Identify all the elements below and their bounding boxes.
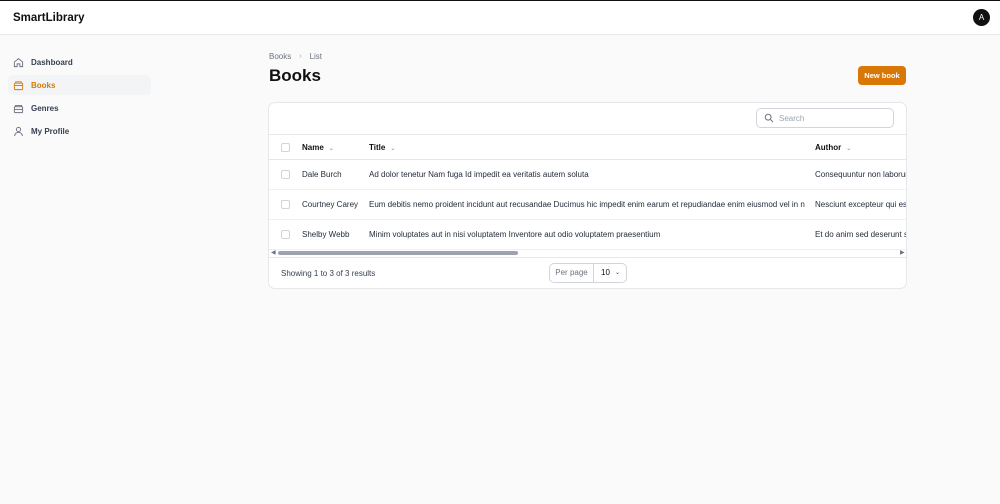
results-summary: Showing 1 to 3 of 3 results	[281, 269, 376, 278]
sidebar: Dashboard Books Genres My Profile	[8, 52, 151, 145]
breadcrumb-item-books[interactable]: Books	[269, 52, 291, 61]
sidebar-item-my-profile[interactable]: My Profile	[8, 122, 151, 142]
cell-author: Consequuntur non laborum	[815, 170, 907, 179]
column-header-name[interactable]: Name ⌄	[302, 143, 334, 152]
column-header-author[interactable]: Author ⌄	[815, 143, 851, 152]
cell-name: Shelby Webb	[302, 230, 350, 239]
cell-name: Dale Burch	[302, 170, 342, 179]
chevron-right-icon: ›	[299, 53, 302, 60]
per-page-selector[interactable]: Per page 10 ⌄	[549, 263, 627, 283]
column-header-label: Title	[369, 143, 386, 152]
horizontal-scrollbar[interactable]: ◀ ▶	[269, 249, 906, 257]
avatar[interactable]: A	[973, 9, 990, 26]
scrollbar-thumb[interactable]	[278, 251, 518, 255]
table-row[interactable]: Dale Burch Ad dolor tenetur Nam fuga Id …	[269, 160, 907, 190]
book-icon	[13, 81, 24, 90]
breadcrumb-item-list: List	[309, 52, 323, 61]
sidebar-item-genres[interactable]: Genres	[8, 99, 151, 119]
row-checkbox[interactable]	[281, 200, 290, 209]
search-input[interactable]	[779, 113, 879, 123]
row-checkbox[interactable]	[281, 230, 290, 239]
chevron-down-icon: ⌄	[846, 146, 852, 152]
sidebar-item-label: Books	[31, 80, 56, 90]
cell-author: Et do anim sed deserunt sed	[815, 230, 907, 239]
layers-icon	[13, 105, 24, 114]
search-icon	[764, 113, 774, 123]
sidebar-item-label: Genres	[31, 104, 59, 114]
cell-title: Minim voluptates aut in nisi voluptatem …	[369, 230, 661, 239]
sidebar-item-books[interactable]: Books	[8, 75, 151, 96]
chevron-down-icon: ⌄	[614, 270, 620, 276]
table-header: Name ⌄ Title ⌄ Author ⌄	[269, 134, 906, 160]
top-bar: SmartLibrary A	[0, 1, 1000, 35]
table-row[interactable]: Shelby Webb Minim voluptates aut in nisi…	[269, 220, 907, 250]
scroll-left-icon[interactable]: ◀	[271, 249, 276, 256]
per-page-label: Per page	[550, 264, 594, 282]
column-header-title[interactable]: Title ⌄	[369, 143, 395, 152]
per-page-select[interactable]: 10 ⌄	[594, 264, 626, 282]
user-icon	[14, 127, 23, 137]
home-icon	[13, 57, 24, 67]
cell-title: Ad dolor tenetur Nam fuga Id impedit ea …	[369, 170, 589, 179]
app-title[interactable]: SmartLibrary	[13, 12, 85, 24]
page-title: Books	[269, 66, 321, 85]
column-header-label: Name	[302, 143, 324, 152]
scroll-right-icon[interactable]: ▶	[900, 249, 905, 256]
per-page-value: 10	[601, 268, 610, 277]
search-box[interactable]	[756, 108, 894, 128]
select-all-checkbox[interactable]	[281, 143, 290, 152]
sidebar-item-label: Dashboard	[31, 57, 73, 67]
sidebar-item-dashboard[interactable]: Dashboard	[8, 52, 151, 72]
books-table-card: Name ⌄ Title ⌄ Author ⌄ Dale Burch Ad dolor…	[268, 102, 907, 289]
cell-author: Nesciunt excepteur qui est	[815, 200, 907, 209]
chevron-down-icon: ⌄	[328, 146, 334, 152]
breadcrumb: Books › List	[269, 52, 322, 61]
table-row[interactable]: Courtney Carey Eum debitis nemo proident…	[269, 190, 907, 220]
new-book-button[interactable]: New book	[858, 66, 906, 85]
cell-title: Eum debitis nemo proident incidunt aut r…	[369, 200, 805, 209]
sidebar-item-label: My Profile	[31, 127, 70, 137]
row-checkbox[interactable]	[281, 170, 290, 179]
cell-name: Courtney Carey	[302, 200, 359, 209]
divider	[269, 257, 906, 258]
chevron-down-icon: ⌄	[390, 146, 396, 152]
column-header-label: Author	[815, 143, 842, 152]
